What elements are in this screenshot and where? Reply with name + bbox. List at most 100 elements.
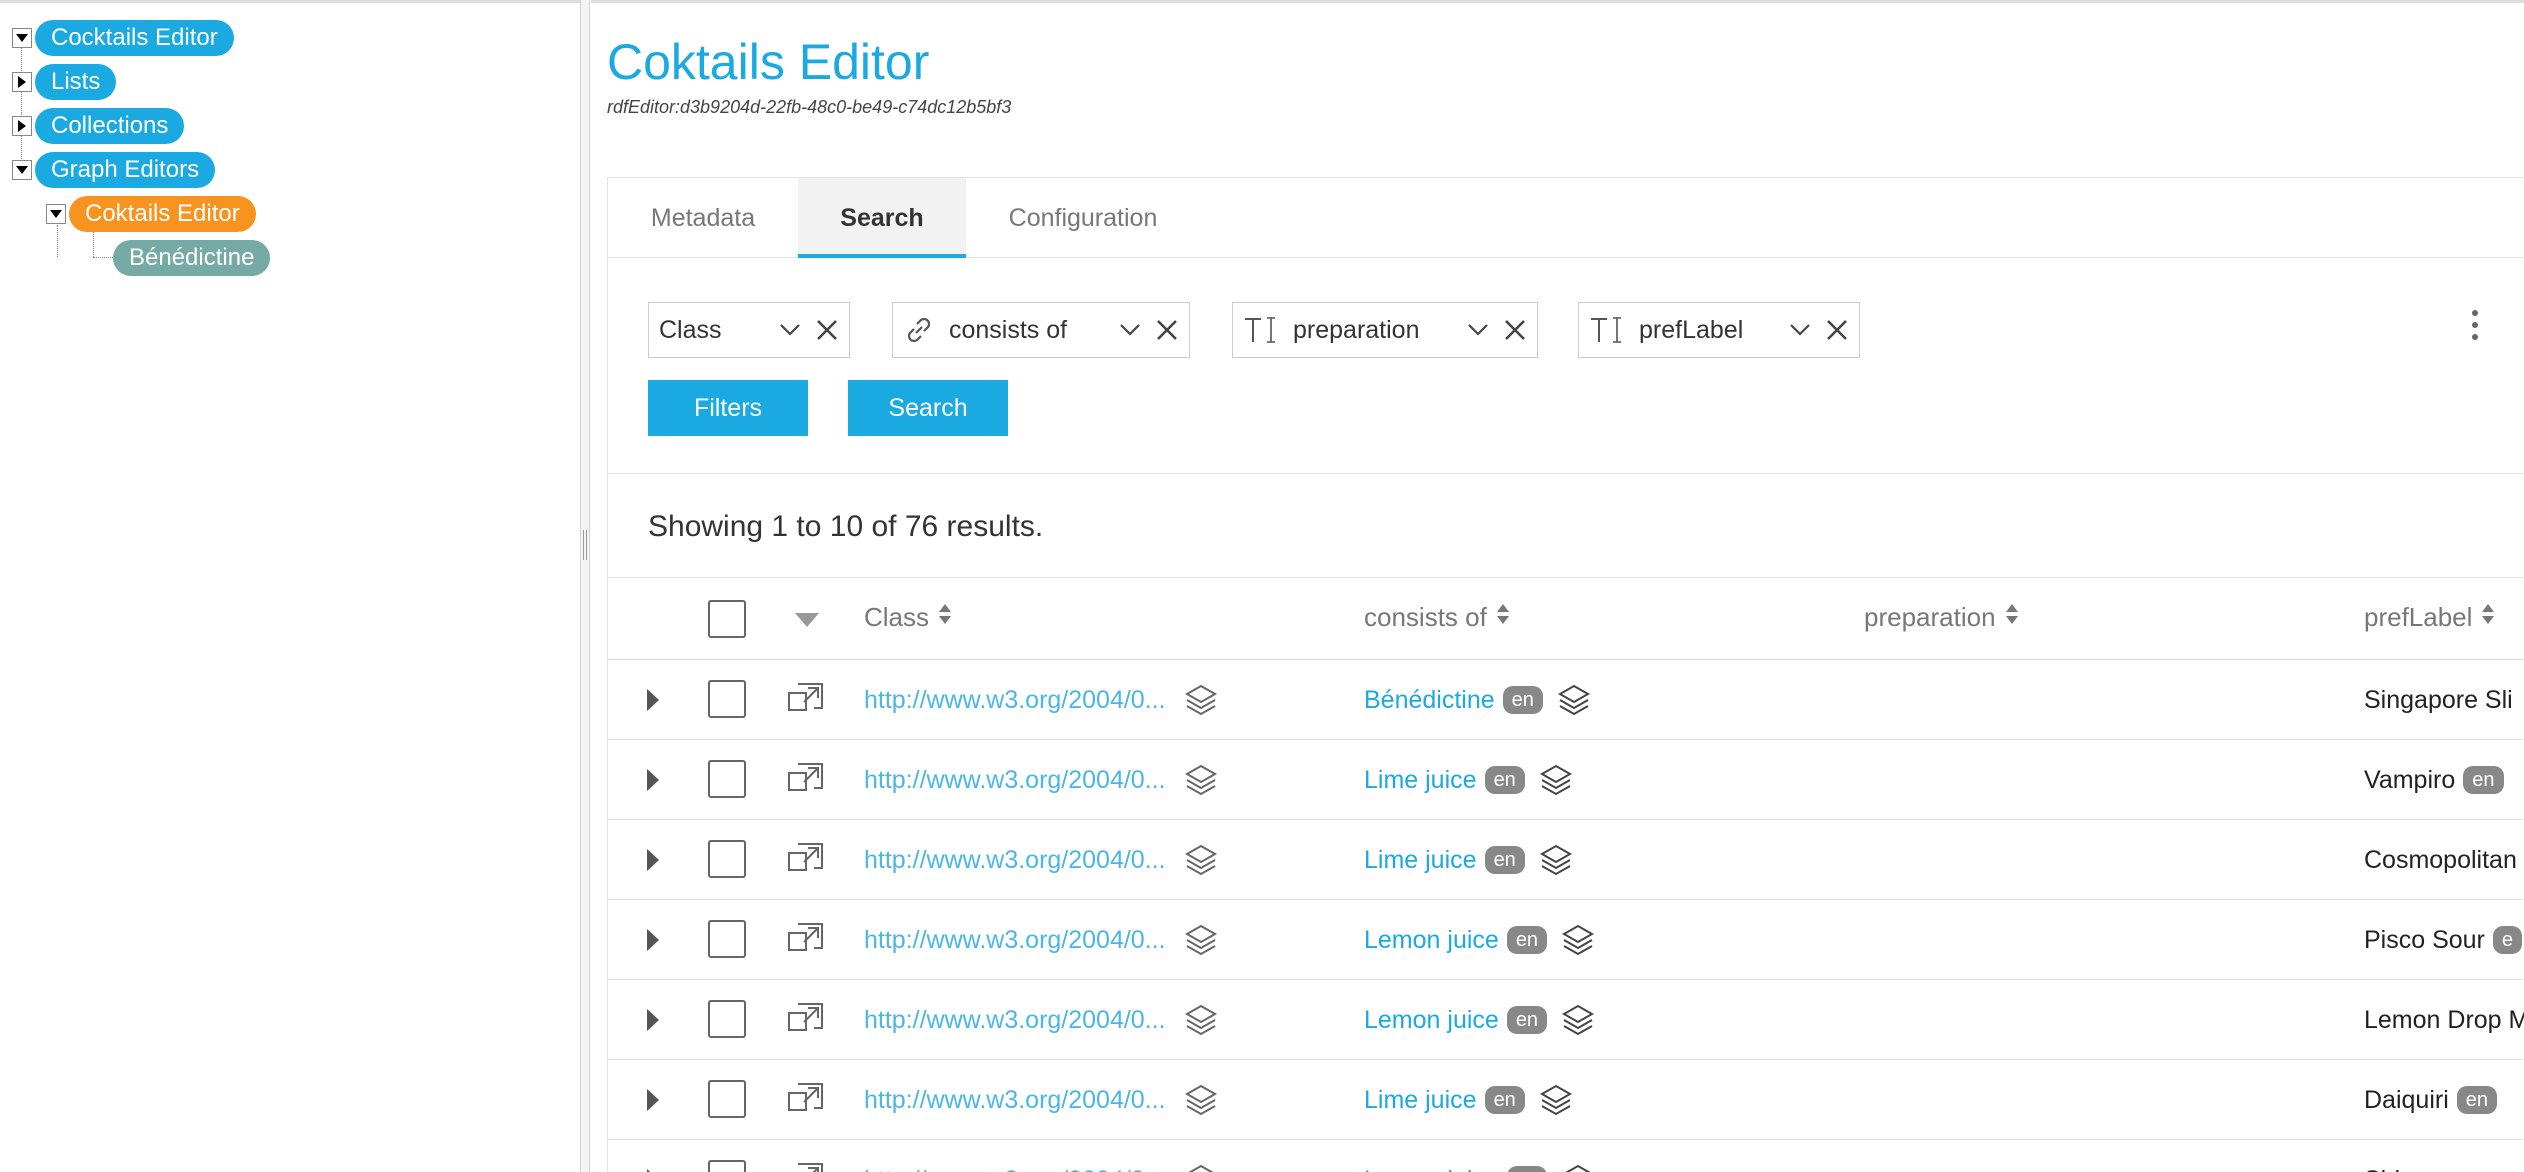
layers-icon[interactable]	[1539, 843, 1573, 877]
layers-icon[interactable]	[1184, 660, 1218, 740]
close-icon[interactable]	[1825, 318, 1849, 342]
expand-all-icon[interactable]	[794, 612, 820, 633]
class-link[interactable]: http://www.w3.org/2004/0...	[864, 900, 1166, 980]
consists-of-link[interactable]: Lemon juice	[1364, 1166, 1499, 1172]
tab-configuration[interactable]: Configuration	[966, 178, 1200, 258]
tree-toggle-collapsed[interactable]	[12, 116, 32, 136]
expand-row-icon[interactable]	[646, 820, 660, 900]
layers-icon[interactable]	[1561, 1003, 1595, 1037]
tree-node-label[interactable]: Bénédictine	[113, 240, 271, 276]
tree-node-label[interactable]: Cocktails Editor	[35, 20, 234, 56]
open-external-icon[interactable]	[786, 660, 826, 740]
expand-row-icon[interactable]	[646, 660, 660, 740]
layers-icon[interactable]	[1561, 923, 1595, 957]
row-checkbox[interactable]	[708, 680, 746, 718]
filter-chip-consists-of[interactable]: consists of	[892, 302, 1190, 358]
tree-toggle-collapsed[interactable]	[12, 72, 32, 92]
tab-search[interactable]: Search	[798, 178, 966, 258]
open-external-icon[interactable]	[786, 740, 826, 820]
class-link[interactable]: http://www.w3.org/2004/0...	[864, 1140, 1166, 1172]
chevron-down-icon[interactable]	[1789, 323, 1811, 337]
tree-toggle-expanded[interactable]	[46, 204, 66, 224]
column-header-class[interactable]: Class	[864, 602, 953, 633]
layers-icon[interactable]	[1184, 740, 1218, 820]
close-icon[interactable]	[1503, 318, 1527, 342]
table-row[interactable]: http://www.w3.org/2004/0... Lemon juice …	[608, 900, 2524, 980]
layers-icon[interactable]	[1539, 763, 1573, 797]
consists-of-link[interactable]: Lemon juice	[1364, 926, 1499, 955]
expand-row-icon[interactable]	[646, 740, 660, 820]
row-checkbox[interactable]	[708, 840, 746, 878]
column-header-preparation[interactable]: preparation	[1864, 602, 2020, 633]
consists-of-link[interactable]: Lime juice	[1364, 766, 1477, 795]
panel-splitter[interactable]	[580, 0, 590, 1172]
chevron-down-icon[interactable]	[1119, 323, 1141, 337]
open-external-icon[interactable]	[786, 1140, 826, 1172]
tree-node-label[interactable]: Graph Editors	[35, 152, 216, 188]
sort-icon[interactable]	[937, 602, 953, 633]
class-link[interactable]: http://www.w3.org/2004/0...	[864, 1060, 1166, 1140]
more-options-icon[interactable]	[2470, 310, 2480, 350]
sort-icon[interactable]	[2004, 602, 2020, 633]
expand-row-icon[interactable]	[646, 1140, 660, 1172]
chevron-down-icon[interactable]	[779, 323, 801, 337]
open-external-icon[interactable]	[786, 820, 826, 900]
row-checkbox[interactable]	[708, 920, 746, 958]
tree-node-cocktails-editor[interactable]: Cocktails Editor	[12, 18, 234, 58]
table-row[interactable]: http://www.w3.org/2004/0... Lime juice e…	[608, 1060, 2524, 1140]
select-all-checkbox[interactable]	[708, 600, 746, 638]
expand-row-icon[interactable]	[646, 1060, 660, 1140]
tree-node-lists[interactable]: Lists	[12, 62, 117, 102]
search-button[interactable]: Search	[848, 380, 1008, 436]
consists-of-link[interactable]: Lemon juice	[1364, 1006, 1499, 1035]
tree-node-benedictine[interactable]: Bénédictine	[113, 238, 271, 278]
layers-icon[interactable]	[1184, 820, 1218, 900]
layers-icon[interactable]	[1557, 683, 1591, 717]
table-row[interactable]: http://www.w3.org/2004/0... Lemon juice …	[608, 980, 2524, 1060]
tree-node-label[interactable]: Collections	[35, 108, 185, 144]
row-checkbox[interactable]	[708, 760, 746, 798]
tree-toggle-expanded[interactable]	[12, 28, 32, 48]
class-link-text[interactable]: http://www.w3.org/2004/0...	[864, 686, 1166, 715]
consists-of-link[interactable]: Lime juice	[1364, 1086, 1477, 1115]
consists-of-link[interactable]: Bénédictine	[1364, 686, 1495, 715]
layers-icon[interactable]	[1561, 1163, 1595, 1172]
filter-chip-class[interactable]: Class	[648, 302, 850, 358]
class-link[interactable]: http://www.w3.org/2004/0...	[864, 660, 1166, 740]
close-icon[interactable]	[1155, 318, 1179, 342]
table-row[interactable]: http://www.w3.org/2004/0... Lemon juice …	[608, 1140, 2524, 1172]
layers-icon[interactable]	[1184, 1060, 1218, 1140]
open-external-icon[interactable]	[786, 980, 826, 1060]
column-header-preflabel[interactable]: prefLabel	[2364, 602, 2496, 633]
chevron-down-icon[interactable]	[1467, 323, 1489, 337]
class-link[interactable]: http://www.w3.org/2004/0...	[864, 740, 1166, 820]
tree-node-label[interactable]: Lists	[35, 64, 117, 100]
class-link-text[interactable]: http://www.w3.org/2004/0...	[864, 1006, 1166, 1035]
table-row[interactable]: http://www.w3.org/2004/0... Lime juice e…	[608, 740, 2524, 820]
filter-chip-preflabel[interactable]: prefLabel	[1578, 302, 1860, 358]
layers-icon[interactable]	[1184, 900, 1218, 980]
close-icon[interactable]	[815, 318, 839, 342]
open-external-icon[interactable]	[786, 1060, 826, 1140]
class-link-text[interactable]: http://www.w3.org/2004/0...	[864, 1086, 1166, 1115]
column-header-consists-of[interactable]: consists of	[1364, 602, 1511, 633]
splitter-grip-icon[interactable]	[583, 530, 587, 560]
class-link[interactable]: http://www.w3.org/2004/0...	[864, 980, 1166, 1060]
tree-toggle-expanded[interactable]	[12, 160, 32, 180]
class-link-text[interactable]: http://www.w3.org/2004/0...	[864, 1166, 1166, 1172]
row-checkbox[interactable]	[708, 1000, 746, 1038]
consists-of-link[interactable]: Lime juice	[1364, 846, 1477, 875]
row-checkbox[interactable]	[708, 1080, 746, 1118]
expand-row-icon[interactable]	[646, 980, 660, 1060]
tree-node-graph-editors[interactable]: Graph Editors	[12, 150, 216, 190]
tree-node-coktails-editor[interactable]: Coktails Editor	[46, 194, 256, 234]
table-row[interactable]: http://www.w3.org/2004/0... Lime juice e…	[608, 820, 2524, 900]
sort-icon[interactable]	[2480, 602, 2496, 633]
filter-chip-preparation[interactable]: preparation	[1232, 302, 1538, 358]
layers-icon[interactable]	[1184, 980, 1218, 1060]
expand-row-icon[interactable]	[646, 900, 660, 980]
filters-button[interactable]: Filters	[648, 380, 808, 436]
tree-node-collections[interactable]: Collections	[12, 106, 185, 146]
table-row[interactable]: http://www.w3.org/2004/0... Bénédictine …	[608, 660, 2524, 740]
open-external-icon[interactable]	[786, 900, 826, 980]
